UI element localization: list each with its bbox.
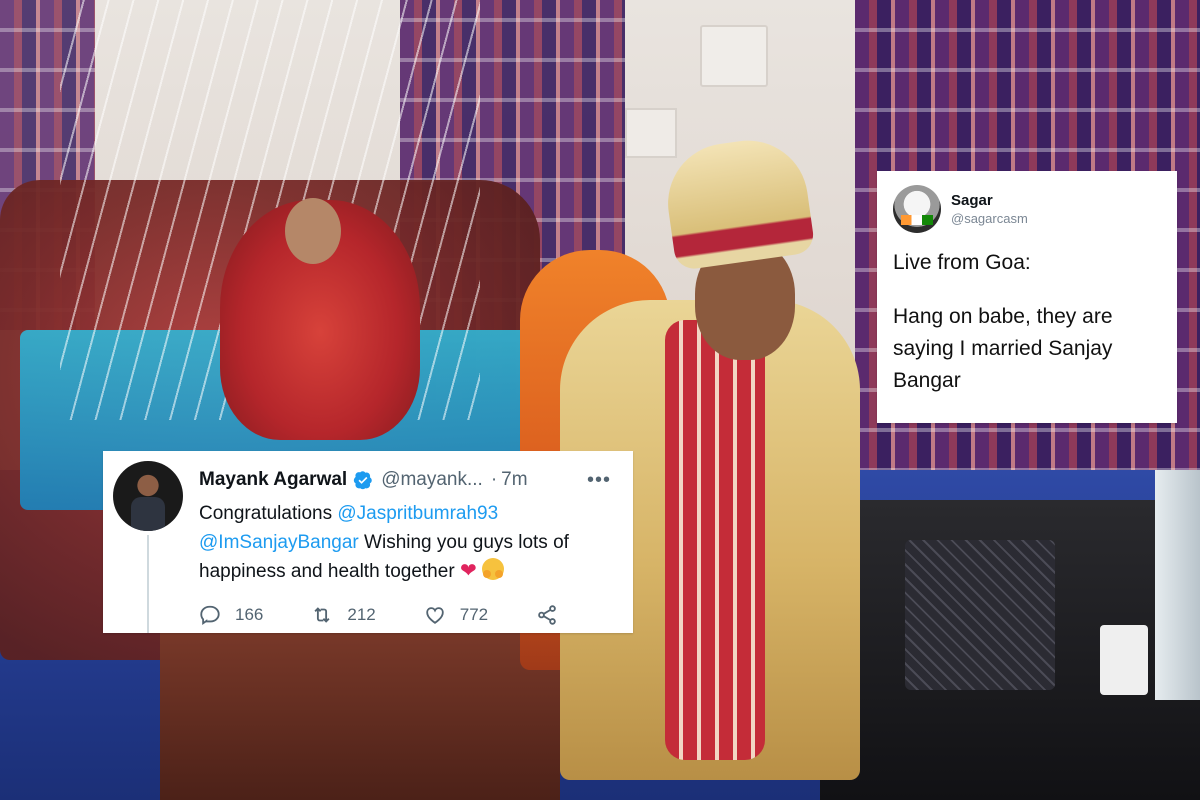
retweet-count: 212 <box>347 605 376 624</box>
tweet-actions: 166 212 772 <box>199 604 617 626</box>
like-button[interactable]: 772 <box>424 604 488 626</box>
monitor <box>1155 470 1200 700</box>
avatar[interactable] <box>113 461 183 531</box>
like-icon <box>426 607 444 624</box>
avatar[interactable] <box>893 185 941 233</box>
tweet-main: Mayank Agarwal @mayank... · 7m ••• Congr… <box>199 461 617 626</box>
wall-switch-small <box>625 108 677 158</box>
verified-badge-icon <box>353 470 373 490</box>
user-info: Sagar @sagarcasm <box>951 192 1028 226</box>
reply-button[interactable]: 166 <box>199 604 263 626</box>
mention-link[interactable]: @Jaspritbumrah93 <box>337 503 498 524</box>
share-icon <box>538 605 556 625</box>
mention-link[interactable]: @ImSanjayBangar <box>199 532 359 553</box>
tweet-line-1: Live from Goa: <box>893 251 1031 274</box>
display-name[interactable]: Mayank Agarwal <box>199 469 347 491</box>
hugging-face-emoji <box>481 558 504 580</box>
wall-switch <box>700 25 768 87</box>
tweet-text: Congratulations @Jaspritbumrah93 @ImSanj… <box>199 499 617 586</box>
heart-emoji: ❤ <box>459 560 477 582</box>
tweet-meta: Mayank Agarwal @mayank... · 7m ••• <box>199 463 617 497</box>
text-prefix: Congratulations <box>199 503 338 524</box>
tweet-text: Live from Goa: Hang on babe, they are sa… <box>893 247 1161 397</box>
user-handle[interactable]: @sagarcasm <box>951 211 1028 226</box>
tweet-card-sagar[interactable]: Sagar @sagarcasm Live from Goa: Hang on … <box>877 171 1177 423</box>
thread-line <box>147 535 149 633</box>
bride-head <box>285 198 341 264</box>
share-button[interactable] <box>536 604 558 626</box>
user-handle[interactable]: @mayank... <box>381 469 483 491</box>
remote <box>1100 625 1148 695</box>
tweet-card-mayank[interactable]: Mayank Agarwal @mayank... · 7m ••• Congr… <box>103 451 633 633</box>
tweet-row: Mayank Agarwal @mayank... · 7m ••• Congr… <box>113 461 617 626</box>
reply-count: 166 <box>235 605 264 624</box>
reply-icon <box>200 605 220 626</box>
tweet-line-2: Hang on babe, they are saying I married … <box>893 305 1113 392</box>
timestamp[interactable]: 7m <box>501 469 527 491</box>
retweet-icon <box>314 607 330 623</box>
display-name[interactable]: Sagar <box>951 192 1028 209</box>
more-options-icon[interactable]: ••• <box>587 469 617 492</box>
like-count: 772 <box>459 605 489 624</box>
tweet-header: Sagar @sagarcasm <box>893 185 1161 233</box>
retweet-button[interactable]: 212 <box>311 604 376 626</box>
groom-scarf <box>665 320 765 760</box>
separator-dot: · <box>490 469 498 490</box>
bed-frame <box>160 620 560 800</box>
keyboard <box>905 540 1055 690</box>
